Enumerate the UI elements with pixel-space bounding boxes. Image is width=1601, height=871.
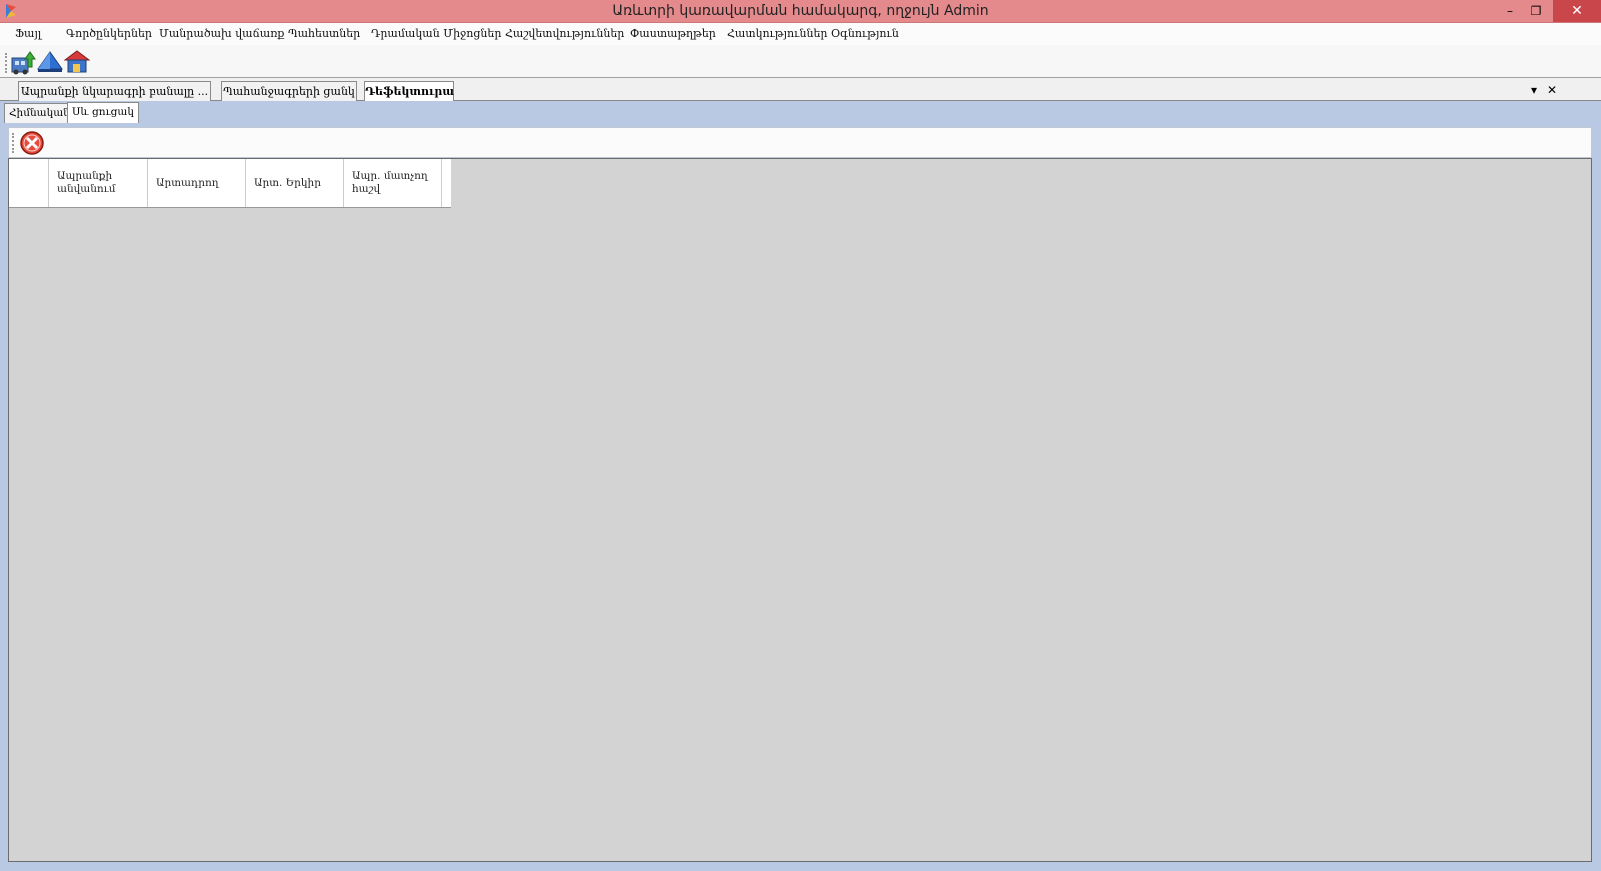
tab-product-description[interactable]: Ապրանքի նկարագրի բանալը ... <box>18 81 211 101</box>
tab-close-icon[interactable]: ✕ <box>1547 83 1557 97</box>
data-grid[interactable]: Ապրանքի անվանում Արտադրող Արտ. Երկիր Ապր… <box>8 158 1592 862</box>
tab-label: Պահանջագրերի ցանկ <box>223 85 355 98</box>
tab-label: Ապրանքի նկարագրի բանալը ... <box>20 85 209 98</box>
folder-icon[interactable] <box>37 49 63 75</box>
menu-file[interactable]: Ֆայլ <box>15 27 41 40</box>
minimize-button[interactable]: – <box>1497 0 1523 22</box>
subtab-label: Սև ցուցակ <box>72 106 134 118</box>
subtab-blacklist[interactable]: Սև ցուցակ <box>67 102 139 123</box>
document-tabs: Ապրանքի նկարագրի բանալը ... Պահանջագրերի… <box>0 79 1601 102</box>
grid-toolbar <box>8 127 1592 158</box>
menu-properties[interactable]: Հատկություններ <box>727 27 827 40</box>
export-icon[interactable] <box>10 49 36 75</box>
column-header[interactable]: Ապրանքի անվանում <box>49 159 148 207</box>
menu-bar: Ֆայլ Գործընկերներ Մանրածախ վաճառք Պահեստ… <box>0 23 1601 45</box>
column-header[interactable]: Արտ. Երկիր <box>246 159 344 207</box>
tab-label: Դեֆեկտուրա <box>365 85 454 98</box>
content-panel: Ապրանքի անվանում Արտադրող Արտ. Երկիր Ապր… <box>0 123 1601 871</box>
maximize-button[interactable]: ❐ <box>1523 0 1549 22</box>
menu-reports[interactable]: Հաշվետվություններ <box>505 27 624 40</box>
main-toolbar <box>0 45 1601 78</box>
menu-retail[interactable]: Մանրածախ վաճառք <box>159 27 284 40</box>
title-bar: Առևտրի կառավարման համակարգ, ողջույն Admi… <box>0 0 1601 23</box>
menu-documents[interactable]: Փաստաթղթեր <box>630 27 716 40</box>
menu-cash[interactable]: Դրամական Միջոցներ <box>371 27 501 40</box>
column-header[interactable]: Արտադրող <box>148 159 246 207</box>
grid-header: Ապրանքի անվանում Արտադրող Արտ. Երկիր Ապր… <box>9 159 451 208</box>
tabs-dropdown-icon[interactable]: ▾ <box>1531 83 1537 97</box>
menu-help[interactable]: Օգնություն <box>831 27 899 40</box>
window-title: Առևտրի կառավարման համակարգ, ողջույն Admi… <box>612 3 989 19</box>
toolbar-grip[interactable] <box>5 53 7 73</box>
row-selector-header[interactable] <box>9 159 49 207</box>
close-window-button[interactable]: ✕ <box>1553 0 1601 22</box>
house-icon[interactable] <box>64 49 90 75</box>
menu-warehouses[interactable]: Պահեստներ <box>288 27 360 40</box>
toolbar-grip[interactable] <box>12 133 14 153</box>
menu-partners[interactable]: Գործընկերներ <box>66 27 152 40</box>
tab-requests-list[interactable]: Պահանջագրերի ցանկ <box>221 81 357 101</box>
subtab-label: Հիմնական <box>9 107 70 119</box>
sub-tabs: Հիմնական Սև ցուցակ <box>0 101 1601 123</box>
delete-icon[interactable] <box>19 130 45 156</box>
column-header[interactable]: Ապր. մատչող հաշվ <box>344 159 442 207</box>
subtab-main[interactable]: Հիմնական <box>4 103 75 123</box>
tab-defectura[interactable]: Դեֆեկտուրա <box>364 81 454 102</box>
